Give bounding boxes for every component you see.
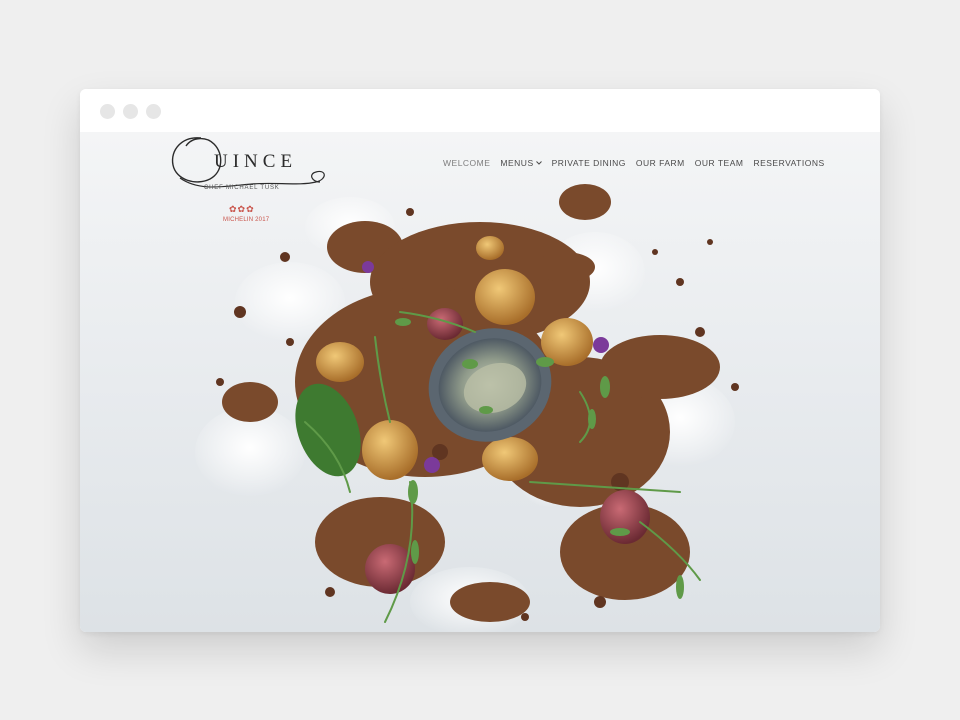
minimize-dot[interactable] [123, 104, 138, 119]
nav-our-farm[interactable]: OUR FARM [636, 158, 685, 168]
nav-our-team[interactable]: OUR TEAM [695, 158, 744, 168]
chevron-down-icon [535, 161, 542, 165]
browser-titlebar [80, 89, 880, 132]
nav-reservations[interactable]: RESERVATIONS [753, 158, 824, 168]
nav-welcome[interactable]: WELCOME [443, 158, 490, 168]
brand-logo[interactable]: UINCE CHEF MICHAEL TUSK ✿✿✿ MICHELIN 201… [170, 134, 330, 229]
close-dot[interactable] [100, 104, 115, 119]
nav-private-dining[interactable]: PRIVATE DINING [552, 158, 626, 168]
website-page: UINCE CHEF MICHAEL TUSK ✿✿✿ MICHELIN 201… [80, 132, 880, 632]
brand-name: UINCE [214, 151, 298, 172]
nav-menus[interactable]: MENUS [500, 158, 542, 168]
michelin-label: MICHELIN 2017 [223, 217, 270, 223]
main-nav: WELCOME MENUS PRIVATE DINING OUR FARM OU… [443, 156, 825, 170]
nav-menus-label: MENUS [500, 158, 534, 168]
michelin-stars-icon: ✿✿✿ [229, 204, 255, 214]
zoom-dot[interactable] [146, 104, 161, 119]
chef-name: CHEF MICHAEL TUSK [204, 185, 280, 191]
browser-window: UINCE CHEF MICHAEL TUSK ✿✿✿ MICHELIN 201… [80, 89, 880, 632]
